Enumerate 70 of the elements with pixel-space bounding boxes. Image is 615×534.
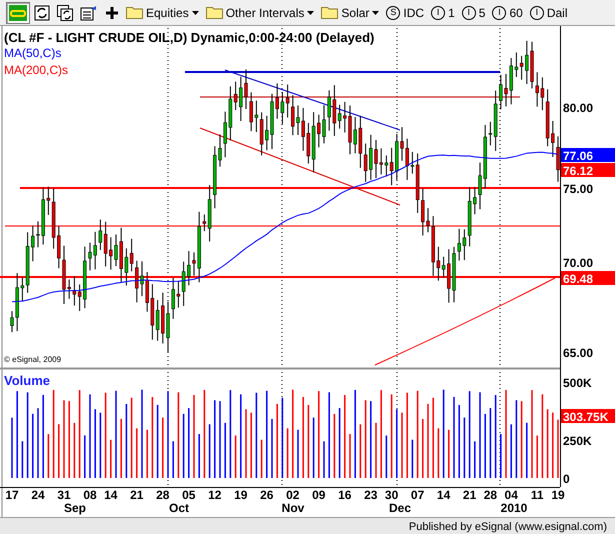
status-text: Published by eSignal (www.esignal.com) (408, 520, 607, 532)
circle-letter-icon: I (492, 6, 506, 20)
volume-label: Volume (4, 373, 50, 388)
volume-badge: 303.75K (561, 409, 615, 424)
date-axis-label: 21 (130, 488, 144, 502)
month-axis-label: 2010 (500, 501, 528, 515)
interval-button[interactable]: I 1 (428, 6, 458, 20)
refresh-icon (34, 4, 50, 20)
date-axis-label: 19 (234, 488, 248, 502)
folder-menu[interactable]: Solar (318, 6, 382, 20)
interval-button[interactable]: I 60 (489, 6, 526, 20)
date-axis-label: 04 (504, 488, 518, 502)
date-axis-label: 14 (436, 488, 450, 502)
circle-letter-icon: I (431, 6, 446, 20)
month-axis-label: Nov (282, 501, 304, 515)
price-axis-label: 75.00 (563, 182, 594, 196)
circle-letter-icon: I (530, 6, 544, 20)
date-axis-label: 16 (338, 488, 352, 502)
price-badge: 76.12 (561, 163, 615, 178)
date-axis-label: 31 (57, 488, 71, 502)
indicator-legend: MA(50,C)s (4, 46, 62, 60)
interval-button[interactable]: I Dail (526, 6, 570, 20)
folder-icon (206, 6, 223, 19)
date-axis-label: 23 (364, 488, 378, 502)
chain-link-icon (9, 4, 27, 20)
date-axis-label: 05 (182, 488, 196, 502)
price-axis-label: 65.00 (563, 346, 594, 360)
interval-button[interactable]: S IDC (383, 6, 428, 20)
date-axis-label: 08 (83, 488, 97, 502)
copyright-text: © eSignal, 2009 (4, 355, 62, 364)
volume-axis-label: 500K (563, 376, 592, 390)
price-badge: 69.48 (561, 271, 615, 286)
caret-icon (307, 10, 314, 14)
properties-icon (80, 4, 98, 20)
volume-axis-label: 0 (563, 472, 570, 486)
date-axis-label: 02 (286, 488, 300, 502)
interval-button[interactable]: I 5 (458, 6, 488, 20)
date-axis-label: 19 (551, 488, 565, 502)
folder-menu[interactable]: Other Intervals (202, 6, 318, 20)
date-axis-label: 12 (208, 488, 222, 502)
caret-icon (192, 10, 199, 14)
plus-icon (105, 6, 119, 20)
date-axis-label: 14 (104, 488, 118, 502)
date-axis-label: 07 (410, 488, 424, 502)
price-axis-label: 70.00 (563, 256, 594, 270)
date-axis-label: 26 (260, 488, 274, 502)
date-axis-label: 11 (530, 488, 544, 502)
date-axis-label: 28 (156, 488, 170, 502)
folder-icon (126, 6, 143, 19)
month-axis-label: Sep (64, 501, 86, 515)
volume-axis-label: 250K (563, 434, 592, 448)
month-axis-label: Oct (169, 501, 189, 515)
folder-icon (321, 6, 338, 19)
folder-menu[interactable]: Equities (123, 6, 202, 20)
date-axis-label: 30 (384, 488, 398, 502)
date-axis-label: 09 (312, 488, 326, 502)
refresh-pages-icon (57, 4, 73, 20)
date-axis-label: 17 (5, 488, 19, 502)
indicator-legend: MA(200,C)s (4, 63, 68, 77)
circle-letter-icon: I (462, 6, 476, 20)
circle-letter-icon: S (386, 6, 400, 20)
link-button[interactable] (6, 2, 30, 24)
price-axis-label: 80.00 (563, 101, 594, 115)
month-axis-label: Dec (389, 501, 411, 515)
caret-icon (372, 10, 380, 14)
chart-title: (CL #F - LIGHT CRUDE OIL,D) Dynamic,0:00-24:00 (Delayed) (4, 30, 374, 45)
date-axis-label: 28 (484, 488, 498, 502)
price-badge: 77.06 (561, 148, 615, 163)
date-axis-label: 24 (31, 488, 45, 502)
date-axis-label: 21 (462, 488, 476, 502)
